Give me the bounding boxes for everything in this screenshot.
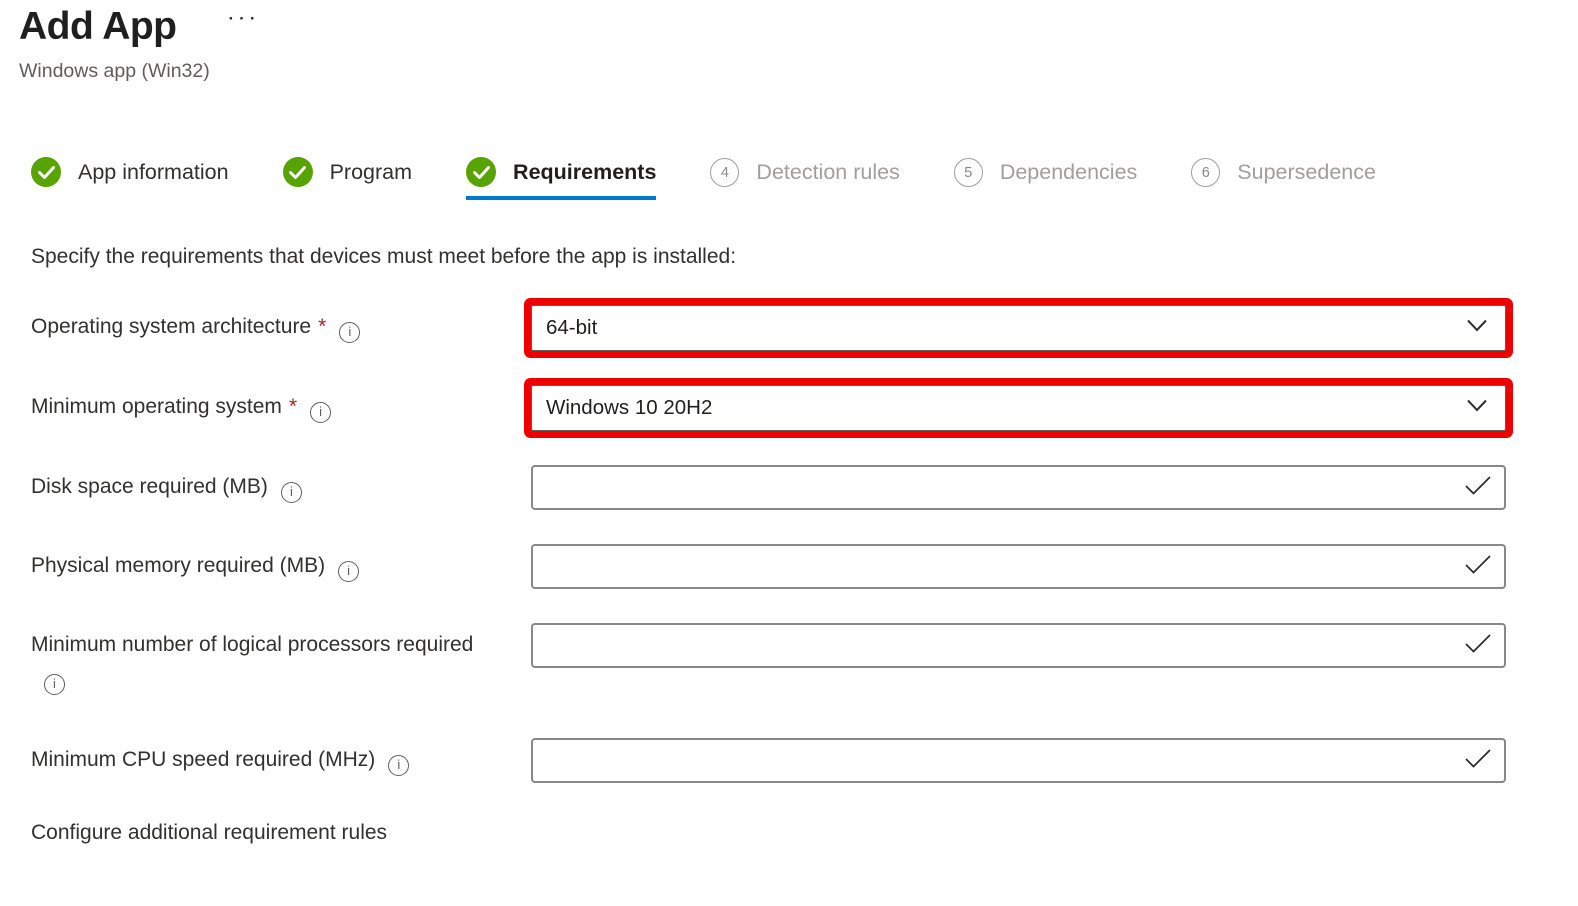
info-icon[interactable]: i [338,561,359,582]
dropdown-value: Windows 10 20H2 [546,396,712,420]
tab-dependencies[interactable]: 5 Dependencies [954,158,1137,200]
step-number-icon: 6 [1191,158,1220,187]
wizard-steps: App information Program Requirements 4 D… [31,157,1578,200]
field-row-disk-space: Disk space required (MB) i [31,465,1578,510]
field-label-text: Physical memory required (MB) [31,554,325,577]
logical-processors-input[interactable] [531,623,1506,668]
tab-label: Program [330,160,412,185]
required-asterisk: * [318,315,326,338]
field-label-text: Operating system architecture [31,315,311,338]
tab-requirements[interactable]: Requirements [466,157,656,200]
field-label-text: Disk space required (MB) [31,475,268,498]
page-title: Add App [19,2,177,52]
page-subtitle: Windows app (Win32) [19,60,1578,83]
chevron-down-icon [1467,399,1487,417]
field-label-text: Minimum number of logical processors req… [31,633,473,656]
add-app-page: Add App ··· Windows app (Win32) App info… [0,0,1578,845]
completed-check-icon [283,157,313,187]
tab-label: Supersedence [1237,160,1376,185]
completed-check-icon [31,157,61,187]
disk-space-label: Disk space required (MB) i [31,465,531,504]
physical-memory-input[interactable] [531,544,1506,589]
cpu-speed-label: Minimum CPU speed required (MHz) i [31,738,531,777]
info-icon[interactable]: i [388,755,409,776]
tab-label: Requirements [513,160,656,185]
field-row-physical-memory: Physical memory required (MB) i [31,544,1578,589]
cpu-speed-input[interactable] [531,738,1506,783]
tab-supersedence[interactable]: 6 Supersedence [1191,158,1376,200]
min-os-label: Minimum operating system * i [31,385,531,424]
os-architecture-dropdown[interactable]: 64-bit [531,305,1506,351]
tab-label: Detection rules [756,160,899,185]
page-header: Add App ··· Windows app (Win32) [0,0,1578,83]
disk-space-input[interactable] [531,465,1506,510]
requirements-form: Operating system architecture * i 64-bit M… [31,305,1578,783]
required-asterisk: * [289,395,297,418]
completed-check-icon [466,157,496,187]
step-number-icon: 4 [710,158,739,187]
field-row-os-architecture: Operating system architecture * i 64-bit [31,305,1578,351]
dropdown-value: 64-bit [546,316,597,340]
info-icon[interactable]: i [339,322,360,343]
field-row-cpu-speed: Minimum CPU speed required (MHz) i [31,738,1578,783]
os-architecture-label: Operating system architecture * i [31,305,531,344]
tab-app-information[interactable]: App information [31,157,229,200]
info-icon[interactable]: i [44,674,65,695]
configure-additional-rules-heading: Configure additional requirement rules [31,821,1578,845]
tab-label: Dependencies [1000,160,1137,185]
chevron-down-icon [1467,319,1487,337]
tab-label: App information [78,160,229,185]
field-label-text: Minimum operating system [31,395,282,418]
field-row-min-os: Minimum operating system * i Windows 10 20… [31,385,1578,431]
logical-processors-label: Minimum number of logical processors req… [31,623,531,696]
field-row-logical-processors: Minimum number of logical processors req… [31,623,1578,696]
physical-memory-label: Physical memory required (MB) i [31,544,531,583]
requirements-instruction: Specify the requirements that devices mu… [31,245,1578,269]
more-menu-icon[interactable]: ··· [229,9,261,29]
field-label-text: Minimum CPU speed required (MHz) [31,748,375,771]
info-icon[interactable]: i [281,482,302,503]
tab-program[interactable]: Program [283,157,412,200]
min-os-dropdown[interactable]: Windows 10 20H2 [531,385,1506,431]
step-number-icon: 5 [954,158,983,187]
tab-detection-rules[interactable]: 4 Detection rules [710,158,899,200]
info-icon[interactable]: i [310,402,331,423]
